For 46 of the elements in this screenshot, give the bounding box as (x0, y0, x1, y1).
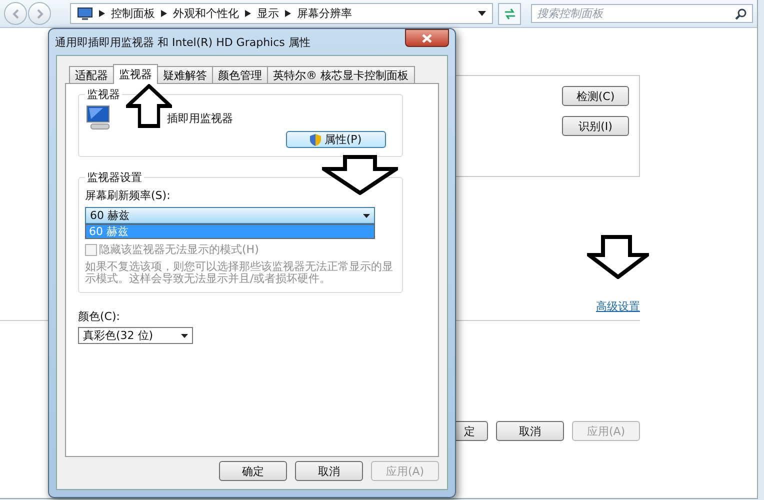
group-title: 监视器设置 (85, 170, 144, 185)
side-button[interactable]: 检测(C) (562, 86, 629, 106)
checkbox-label: 隐藏该监视器无法显示的模式(H) (99, 242, 259, 257)
address-field[interactable]: 控制面板 外观和个性化 显示 屏幕分辨率 (70, 3, 494, 24)
window-title: 通用即插即用监视器 和 Intel(R) HD Graphics 属性 (55, 34, 310, 50)
back-button[interactable] (4, 2, 27, 25)
group-title: 监视器 (85, 87, 122, 102)
advanced-settings-link[interactable]: 高级设置 (596, 299, 640, 314)
dropdown-icon[interactable] (478, 11, 486, 16)
close-icon (422, 34, 432, 42)
monitor-icon (77, 6, 93, 20)
breadcrumb-item[interactable]: 屏幕分辨率 (297, 6, 352, 21)
refresh-button[interactable] (498, 2, 521, 24)
dropdown-icon (363, 214, 370, 218)
breadcrumb-item[interactable]: 外观和个性化 (173, 6, 239, 21)
refresh-icon (502, 8, 517, 20)
down-arrow-icon (322, 155, 398, 195)
color-dropdown[interactable]: 真彩色(32 位) (78, 327, 193, 344)
close-button[interactable] (405, 29, 449, 47)
properties-button[interactable]: 属性(P) (286, 131, 386, 148)
tab[interactable]: 监视器 (113, 64, 158, 84)
warning-text: 如果不复选该项，则您可以选择那些该监视器无法正常显示的显示模式。这样会导致无法显示并且/或者损坏硬件。 (85, 261, 394, 285)
refresh-rate-dropdown[interactable]: 60 赫兹 (85, 207, 375, 224)
forward-button[interactable] (28, 2, 51, 25)
field-label: 屏幕刷新频率(S): (85, 188, 172, 203)
search-icon (735, 8, 747, 20)
chevron-icon (161, 10, 167, 17)
dropdown-icon (181, 334, 188, 338)
monitor-name: 插即用监视器 (167, 110, 233, 126)
chevron-icon (99, 10, 105, 17)
breadcrumb-item[interactable]: 显示 (257, 6, 279, 21)
dialog-button[interactable]: 取消 (496, 421, 564, 441)
chevron-icon (285, 10, 291, 17)
dialog-button[interactable]: 取消 (295, 461, 363, 481)
tab[interactable]: 颜色管理 (212, 66, 268, 83)
shield-icon (310, 134, 322, 146)
tab[interactable]: 英特尔® 核芯显卡控制面板 (267, 66, 414, 83)
dialog-button[interactable]: 确定 (219, 461, 287, 481)
chevron-icon (245, 10, 251, 17)
down-arrow-icon (587, 235, 649, 279)
side-button[interactable]: 识别(I) (562, 116, 629, 136)
tab[interactable]: 适配器 (69, 66, 114, 83)
field-label: 颜色(C): (78, 309, 121, 324)
breadcrumb-item[interactable]: 控制面板 (111, 6, 155, 21)
search-field[interactable]: 搜索控制面板 (531, 4, 753, 23)
tab[interactable]: 疑难解答 (157, 66, 213, 83)
